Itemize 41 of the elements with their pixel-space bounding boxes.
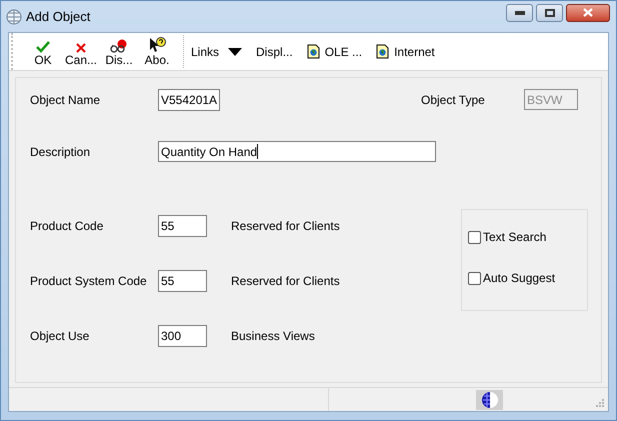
globe-icon (6, 8, 22, 24)
object-name-field[interactable]: V554201A (158, 89, 220, 111)
restore-icon (544, 8, 554, 16)
checkbox-option[interactable]: Auto Suggest (468, 269, 587, 287)
field-label: Object Type (421, 92, 486, 109)
field-label: Product System Code (30, 273, 148, 290)
checkmark-icon (36, 41, 50, 53)
close-icon (583, 8, 593, 17)
checkbox-option[interactable]: Text Search (468, 228, 587, 246)
field-label: Description (30, 144, 92, 161)
toolbar-button[interactable]: Abo. (141, 33, 173, 70)
document-link[interactable]: Internet (376, 42, 435, 60)
toolbar-button[interactable]: Dis... (103, 33, 135, 70)
code-field[interactable]: 55 (158, 215, 207, 237)
document-globe-icon (306, 44, 320, 59)
code-description: Business Views (231, 328, 315, 345)
description-field[interactable]: Quantity On Hand (158, 141, 436, 162)
toolbar-button[interactable]: Can... (65, 33, 97, 70)
field-label: Object Name (30, 92, 102, 109)
code-field[interactable]: 300 (158, 325, 207, 347)
code-description: Reserved for Clients (231, 218, 340, 235)
close-button[interactable] (566, 4, 610, 22)
pointer-question-icon (148, 37, 166, 53)
field-label: Object Use (30, 328, 90, 345)
code-description: Reserved for Clients (231, 273, 340, 290)
links-menu[interactable]: Links (191, 42, 242, 60)
document-link[interactable]: OLE ... (306, 42, 362, 60)
toolbar-button[interactable]: OK (27, 33, 59, 70)
minimize-icon (514, 10, 524, 14)
resize-grip-icon (595, 398, 605, 408)
document-globe-icon (376, 44, 390, 59)
code-field[interactable]: 55 (158, 270, 207, 292)
dropdown-arrow-icon (228, 48, 242, 56)
toolbar-link[interactable]: Displ... (256, 42, 293, 60)
status-globe-icon (476, 390, 503, 410)
x-icon (76, 43, 86, 53)
maximize-button[interactable] (536, 4, 563, 22)
glasses-icon (110, 39, 128, 53)
window-title: Add Object (26, 8, 90, 26)
field-label: Product Code (30, 218, 104, 235)
minimize-button[interactable] (506, 4, 533, 22)
